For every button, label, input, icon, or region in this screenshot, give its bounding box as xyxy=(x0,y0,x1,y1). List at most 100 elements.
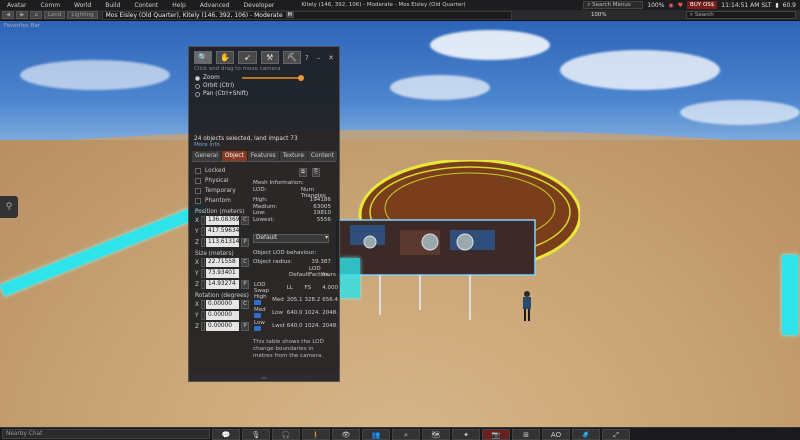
snapshot-button[interactable]: 📷 xyxy=(482,428,510,440)
location-pin-tab[interactable]: ⚲ xyxy=(0,196,18,218)
num-triangles-label: Num Triangles xyxy=(300,186,326,199)
ao-button[interactable]: AO xyxy=(542,428,570,440)
media-icon[interactable]: ◉ xyxy=(668,2,673,9)
lod-dropdown[interactable]: Default ▾ xyxy=(253,233,329,243)
menu-build[interactable]: Build xyxy=(98,2,127,9)
home-button[interactable]: ⌂ xyxy=(30,11,42,19)
headset-icon: 🎧 xyxy=(281,430,291,439)
position-z-input[interactable]: 113.61314 xyxy=(206,238,239,247)
paste-button[interactable]: P xyxy=(241,280,249,289)
spinner[interactable] xyxy=(201,258,205,267)
expand-button[interactable]: ⤢ xyxy=(602,428,630,440)
search-button[interactable]: ⌕ xyxy=(392,428,420,440)
cloud xyxy=(560,50,720,90)
radio-selected[interactable] xyxy=(195,75,200,81)
rotation-x-input[interactable]: 0.00000 xyxy=(206,300,239,309)
avatar-figure[interactable] xyxy=(520,290,534,322)
tab-content[interactable]: Content xyxy=(307,151,337,161)
nearby-chat-input[interactable]: Nearby Chat xyxy=(2,429,210,439)
camera-mode-orbit[interactable]: Orbit (Ctrl) xyxy=(189,82,339,90)
tab-texture[interactable]: Texture xyxy=(279,151,307,161)
minimap-button[interactable]: ✦ xyxy=(452,428,480,440)
search-menus-input[interactable]: ⌕ Search Menus xyxy=(583,1,644,9)
spinner[interactable] xyxy=(201,238,205,247)
paste-button[interactable]: P xyxy=(241,322,249,331)
spinner[interactable] xyxy=(201,280,205,289)
copy-button[interactable]: C xyxy=(241,300,249,309)
spinner[interactable] xyxy=(201,322,205,331)
build-icon: ⊞ xyxy=(523,430,529,439)
size-x-input[interactable]: 22.71558 xyxy=(206,258,239,267)
menu-help[interactable]: Help xyxy=(165,2,193,9)
tab-object[interactable]: Object xyxy=(221,151,247,161)
size-z-input[interactable]: 14.93274 xyxy=(206,280,239,289)
volume-level: 100% xyxy=(647,1,665,9)
zoom-slider[interactable] xyxy=(241,75,304,81)
camera-mode-zoom[interactable]: Zoom xyxy=(189,74,339,82)
rotation-z-input[interactable]: 0.00000 xyxy=(206,322,239,331)
copy-button[interactable]: C xyxy=(241,216,249,225)
rotation-y-input[interactable]: 0.00000 xyxy=(206,311,239,320)
spinner[interactable] xyxy=(201,311,205,320)
focus-tool-button[interactable]: 🔍 xyxy=(194,51,213,64)
build-floater: 🔍 ✋ ➹ ⚒ ⛏ ? – ✕ Click and drag to move c… xyxy=(188,46,340,382)
spaceship-model[interactable] xyxy=(330,160,580,330)
camera-controls-button[interactable]: 👁 xyxy=(332,428,360,440)
spinner[interactable] xyxy=(201,227,205,236)
lighting-button[interactable]: Lighting xyxy=(67,11,98,19)
create-tool-button[interactable]: ⚒ xyxy=(260,51,279,64)
back-button[interactable]: ◀ xyxy=(2,11,15,19)
tab-features[interactable]: Features xyxy=(247,151,279,161)
paste-params-button[interactable]: ⎘ xyxy=(312,168,320,177)
menu-content[interactable]: Content xyxy=(127,2,165,9)
help-icon[interactable]: ? xyxy=(305,54,309,62)
menu-advanced[interactable]: Advanced xyxy=(193,2,237,9)
menu-developer[interactable]: Developer xyxy=(237,2,282,9)
map-button[interactable]: 🗺 xyxy=(422,428,450,440)
copy-params-button[interactable]: ⧉ xyxy=(299,168,307,177)
land-tool-button[interactable]: ⛏ xyxy=(282,51,301,64)
collapse-panel-button[interactable]: ︿ xyxy=(189,374,339,381)
compass-icon: ✦ xyxy=(463,430,469,439)
size-y-input[interactable]: 73.93401 xyxy=(206,269,239,278)
slider-knob[interactable] xyxy=(297,75,304,81)
close-icon[interactable]: ✕ xyxy=(328,54,334,62)
build-button[interactable]: ⊞ xyxy=(512,428,540,440)
menu-world[interactable]: World xyxy=(67,2,98,9)
search-input[interactable]: ⌕ Search xyxy=(685,11,796,19)
edit-tool-button[interactable]: ➹ xyxy=(238,51,257,64)
radio-button[interactable] xyxy=(195,83,200,89)
object-radius-value: 39.387 xyxy=(311,259,331,266)
move-tool-button[interactable]: ✋ xyxy=(216,51,235,64)
tab-general[interactable]: General xyxy=(192,151,221,161)
inventory-button[interactable]: 🧳 xyxy=(572,428,600,440)
movement-button[interactable]: 🚶 xyxy=(302,428,330,440)
favorites-bar[interactable]: Favorites Bar xyxy=(4,23,40,29)
chat-bubble-button[interactable]: 💬 xyxy=(212,428,240,440)
position-x-input[interactable]: 136.08369 xyxy=(206,216,239,225)
copy-button[interactable]: C xyxy=(241,258,249,267)
people-button[interactable]: 👥 xyxy=(362,428,390,440)
arrow-icon xyxy=(254,312,261,318)
search-icon: ⌕ xyxy=(689,11,694,18)
location-field[interactable]: Mos Eisley (Old Quarter), Kitely (146, 3… xyxy=(101,10,512,20)
pointer-icon: ➹ xyxy=(244,53,251,62)
arrow-icon xyxy=(254,325,261,331)
more-info-link[interactable]: More info xyxy=(189,142,339,148)
menu-comm[interactable]: Comm xyxy=(33,2,67,9)
forward-button[interactable]: ▶ xyxy=(16,11,29,19)
radio-button[interactable] xyxy=(195,91,200,97)
spinner[interactable] xyxy=(201,300,205,309)
voice-button[interactable]: 🎧 xyxy=(272,428,300,440)
buy-currency-button[interactable]: BUY OS$ xyxy=(687,1,718,9)
spinner[interactable] xyxy=(201,269,205,278)
spinner[interactable] xyxy=(201,216,205,225)
minimize-icon[interactable]: – xyxy=(317,54,321,62)
camera-mode-pan[interactable]: Pan (Ctrl+Shift) xyxy=(189,90,339,98)
land-button[interactable]: Land xyxy=(43,11,66,19)
paste-button[interactable]: P xyxy=(241,238,249,247)
3d-world-view[interactable] xyxy=(0,20,800,427)
position-y-input[interactable]: 417.59634 xyxy=(206,227,239,236)
menu-avatar[interactable]: Avatar xyxy=(0,2,33,9)
microphone-button[interactable]: 🎙 xyxy=(242,428,270,440)
